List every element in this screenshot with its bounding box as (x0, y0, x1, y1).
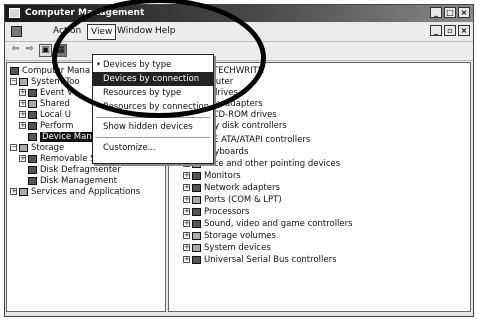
users-icon (28, 110, 37, 119)
removable-storage-icon (28, 154, 37, 163)
minimize-button[interactable]: _ (430, 7, 442, 18)
tree-item-event-viewer[interactable]: + Event V (19, 88, 73, 99)
title-bar: Computer Management _ □ × (5, 5, 473, 22)
menu-item-resources-by-connection[interactable]: Resources by connection (93, 100, 213, 114)
console-icon[interactable] (11, 26, 22, 37)
tree-item-disk-defragmenter[interactable]: Disk Defragmenter (28, 165, 121, 176)
services-icon (19, 187, 28, 196)
device-category[interactable]: + System devices (183, 243, 271, 254)
collapse-icon[interactable]: − (10, 78, 17, 85)
expand-icon[interactable]: + (19, 122, 26, 129)
menu-view[interactable]: View (87, 24, 117, 40)
performance-icon (28, 121, 37, 130)
tree-item-shared-folders[interactable]: + Shared (19, 99, 70, 110)
computer-management-icon (9, 8, 20, 18)
tree-item-disk-management[interactable]: Disk Management (28, 176, 117, 187)
toolbox-icon (19, 77, 28, 86)
computer-management-window: Computer Management _ □ × Action View Wi… (4, 4, 474, 317)
menu-item-devices-by-connection[interactable]: Devices by connection (93, 72, 213, 86)
usb-icon (192, 255, 201, 264)
processor-icon (192, 207, 201, 216)
device-category[interactable]: + Monitors (183, 171, 241, 182)
window-title: Computer Management (25, 8, 145, 18)
system-device-icon (192, 243, 201, 252)
menu-separator (96, 137, 210, 138)
menu-item-resources-by-type[interactable]: Resources by type (93, 86, 213, 100)
device-category[interactable]: + Processors (183, 207, 249, 218)
device-manager-icon (28, 132, 37, 141)
maximize-button[interactable]: □ (444, 7, 456, 18)
network-adapter-icon (192, 183, 201, 192)
shared-folder-icon (28, 99, 37, 108)
show-hide-tree-icon[interactable]: ▦ (54, 44, 67, 57)
tree-item-storage[interactable]: − Storage (10, 143, 64, 154)
menu-item-show-hidden-devices[interactable]: Show hidden devices (93, 120, 213, 134)
expand-icon[interactable]: + (183, 244, 190, 251)
expand-icon[interactable]: + (10, 188, 17, 195)
inner-close-button[interactable]: × (458, 25, 470, 36)
forward-arrow-icon[interactable]: ⇨ (23, 44, 36, 57)
device-category[interactable]: + Universal Serial Bus controllers (183, 255, 337, 266)
tree-item-root[interactable]: Computer Mana (10, 66, 90, 77)
menu-bar: Action View Window Help _ ▫ × (5, 23, 473, 42)
menu-separator (96, 117, 210, 118)
inner-restore-button[interactable]: ▫ (444, 25, 456, 36)
tree-item-system-tools[interactable]: − System Too (10, 77, 80, 88)
expand-icon[interactable]: + (183, 232, 190, 239)
tree-item-local-users[interactable]: + Local U (19, 110, 71, 121)
menu-item-devices-by-type[interactable]: • Devices by type (93, 58, 213, 72)
event-viewer-icon (28, 88, 37, 97)
expand-icon[interactable]: + (183, 208, 190, 215)
back-arrow-icon[interactable]: ⇦ (9, 44, 22, 57)
tree-item-services-applications[interactable]: + Services and Applications (10, 187, 140, 198)
sound-icon (192, 219, 201, 228)
inner-minimize-button[interactable]: _ (430, 25, 442, 36)
expand-icon[interactable]: + (183, 256, 190, 263)
expand-icon[interactable]: + (183, 184, 190, 191)
menu-action[interactable]: Action (53, 26, 81, 36)
expand-icon[interactable]: + (183, 196, 190, 203)
menu-item-customize[interactable]: Customize... (93, 141, 213, 155)
storage-icon (19, 143, 28, 152)
radio-bullet-icon: • (96, 60, 102, 70)
up-folder-icon[interactable]: ▣ (39, 44, 52, 57)
expand-icon[interactable]: + (183, 172, 190, 179)
menu-window[interactable]: Window (117, 26, 153, 36)
device-category[interactable]: + Ports (COM & LPT) (183, 195, 282, 206)
expand-icon[interactable]: + (19, 155, 26, 162)
device-category[interactable]: + Network adapters (183, 183, 280, 194)
expand-icon[interactable]: + (19, 111, 26, 118)
menu-help[interactable]: Help (155, 26, 176, 36)
tree-item-performance[interactable]: + Perform (19, 121, 73, 132)
close-button[interactable]: × (458, 7, 470, 18)
disk-management-icon (28, 176, 37, 185)
device-category[interactable]: + Sound, video and game controllers (183, 219, 353, 230)
computer-icon (10, 66, 19, 75)
storage-volume-icon (192, 231, 201, 240)
defragmenter-icon (28, 165, 37, 174)
collapse-icon[interactable]: − (10, 144, 17, 151)
toolbar: ⇦ ⇨ ▣ ▦ (5, 42, 473, 61)
expand-icon[interactable]: + (183, 220, 190, 227)
view-menu-dropdown: • Devices by type Devices by connection R… (92, 54, 214, 164)
expand-icon[interactable]: + (19, 100, 26, 107)
device-category[interactable]: + Storage volumes (183, 231, 276, 242)
expand-icon[interactable]: + (19, 89, 26, 96)
monitor-icon (192, 171, 201, 180)
port-icon (192, 195, 201, 204)
